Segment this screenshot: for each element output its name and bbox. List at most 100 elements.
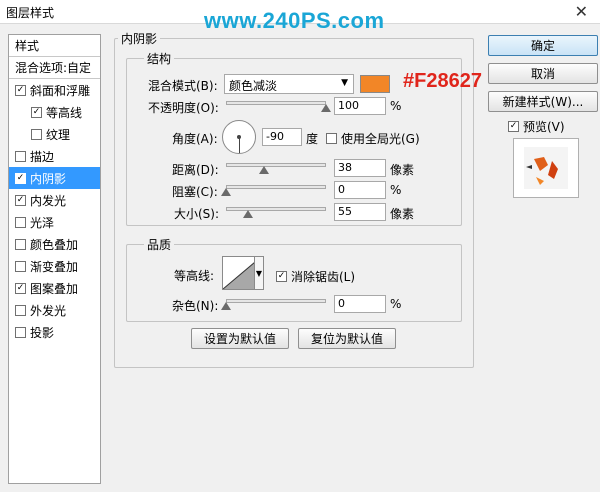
styles-list-item[interactable]: 描边	[9, 145, 100, 167]
styles-list-item[interactable]: 渐变叠加	[9, 255, 100, 277]
window-title: 图层样式	[6, 6, 55, 20]
style-checkbox[interactable]	[15, 304, 26, 316]
new-style-button[interactable]: 新建样式(W)...	[488, 91, 598, 112]
noise-label: 杂色(N):	[172, 299, 219, 313]
style-label: 光泽	[30, 215, 55, 230]
size-slider-track[interactable]	[226, 207, 326, 211]
contour-label: 等高线:	[174, 269, 215, 283]
style-preview-thumbnail	[513, 138, 579, 198]
global-light-checkbox[interactable]: 使用全局光(G)	[326, 130, 420, 147]
style-checkbox[interactable]: ✓	[15, 172, 26, 184]
styles-list-item[interactable]: 混合选项:自定	[9, 57, 100, 79]
style-checkbox[interactable]	[15, 216, 26, 228]
global-light-check-box[interactable]	[326, 133, 337, 144]
preview-check-box[interactable]: ✓	[508, 121, 519, 132]
ok-button[interactable]: 确定	[488, 35, 598, 56]
style-checkbox[interactable]: ✓	[15, 84, 26, 96]
size-slider-thumb[interactable]	[243, 210, 253, 218]
blend-mode-value: 颜色减淡	[229, 79, 278, 93]
style-label: 纹理	[46, 127, 71, 142]
angle-dial[interactable]	[222, 120, 256, 154]
size-unit: 像素	[390, 207, 415, 221]
styles-list-item[interactable]: 光泽	[9, 211, 100, 233]
angle-dial-needle	[239, 137, 240, 153]
preview-checkbox[interactable]: ✓ 预览(V)	[508, 118, 565, 135]
cancel-button[interactable]: 取消	[488, 63, 598, 84]
style-label: 描边	[30, 149, 55, 164]
styles-list-item[interactable]: 投影	[9, 321, 100, 343]
style-label: 样式	[15, 39, 40, 53]
close-icon[interactable]: ✕	[575, 2, 588, 21]
style-label: 内发光	[30, 193, 67, 208]
angle-label: 角度(A):	[172, 132, 218, 146]
styles-list-item[interactable]: ✓ 内发光	[9, 189, 100, 211]
styles-list-item[interactable]: ✓ 斜面和浮雕	[9, 79, 100, 101]
shadow-color-swatch[interactable]	[360, 75, 390, 93]
style-checkbox[interactable]	[15, 260, 26, 272]
style-label: 内阴影	[30, 171, 67, 186]
chevron-down-icon: ▼	[341, 78, 348, 88]
styles-list-item[interactable]: 样式	[9, 35, 100, 57]
styles-list: 样式混合选项:自定 ✓ 斜面和浮雕 ✓ 等高线纹理描边 ✓ 内阴影 ✓ 内发光光泽颜色叠加渐变叠…	[8, 34, 101, 484]
color-hex-annotation: #F28627	[403, 70, 482, 92]
styles-list-item[interactable]: ✓ 等高线	[9, 101, 100, 123]
distance-slider-thumb[interactable]	[259, 166, 269, 174]
styles-list-item[interactable]: 纹理	[9, 123, 100, 145]
style-label: 斜面和浮雕	[30, 83, 91, 98]
noise-input[interactable]: 0	[334, 295, 386, 313]
choke-label: 阻塞(C):	[172, 185, 218, 199]
style-checkbox[interactable]	[15, 238, 26, 250]
size-input[interactable]: 55	[334, 203, 386, 221]
choke-slider-thumb[interactable]	[221, 188, 231, 196]
distance-input[interactable]: 38	[334, 159, 386, 177]
opacity-slider-thumb[interactable]	[321, 104, 331, 112]
style-checkbox[interactable]	[15, 326, 26, 338]
inner-shadow-title: 内阴影	[118, 30, 161, 47]
angle-dial-center	[237, 135, 241, 139]
make-default-button[interactable]: 设置为默认值	[191, 328, 289, 349]
angle-unit: 度	[306, 132, 319, 146]
style-checkbox[interactable]	[31, 128, 42, 140]
style-checkbox[interactable]	[15, 150, 26, 162]
quality-title: 品质	[144, 236, 175, 253]
opacity-input[interactable]: 100	[334, 97, 386, 115]
style-label: 等高线	[46, 105, 83, 120]
styles-list-item[interactable]: 颜色叠加	[9, 233, 100, 255]
styles-list-item[interactable]: ✓ 图案叠加	[9, 277, 100, 299]
structure-title: 结构	[144, 50, 175, 67]
style-checkbox[interactable]: ✓	[15, 282, 26, 294]
styles-list-item[interactable]: 外发光	[9, 299, 100, 321]
styles-list-item[interactable]: ✓ 内阴影	[9, 167, 100, 189]
style-label: 外发光	[30, 303, 67, 318]
style-checkbox[interactable]: ✓	[31, 106, 42, 118]
size-label: 大小(S):	[174, 207, 220, 221]
blend-mode-dropdown[interactable]: 颜色减淡 ▼	[224, 74, 354, 94]
noise-slider-thumb[interactable]	[221, 302, 231, 310]
antialias-check-box[interactable]: ✓	[276, 271, 287, 282]
angle-input[interactable]: -90	[262, 128, 302, 146]
style-checkbox[interactable]: ✓	[15, 194, 26, 206]
reset-default-button[interactable]: 复位为默认值	[298, 328, 396, 349]
style-label: 图案叠加	[30, 281, 79, 296]
style-label: 混合选项:自定	[15, 61, 92, 75]
distance-label: 距离(D):	[172, 163, 219, 177]
global-light-label: 使用全局光(G)	[341, 132, 420, 146]
distance-unit: 像素	[390, 163, 415, 177]
style-label: 渐变叠加	[30, 259, 79, 274]
preview-image	[524, 147, 568, 189]
preview-label: 预览(V)	[523, 120, 565, 134]
antialias-checkbox[interactable]: ✓ 消除锯齿(L)	[276, 268, 355, 285]
choke-slider-track[interactable]	[226, 185, 326, 189]
contour-dropdown-arrow[interactable]: ▼	[254, 256, 264, 290]
antialias-label: 消除锯齿(L)	[291, 270, 356, 284]
style-label: 投影	[30, 325, 55, 340]
style-label: 颜色叠加	[30, 237, 79, 252]
noise-slider-track[interactable]	[226, 299, 326, 303]
opacity-label: 不透明度(O):	[148, 101, 219, 115]
distance-slider-track[interactable]	[226, 163, 326, 167]
opacity-unit: %	[390, 99, 402, 113]
choke-unit: %	[390, 183, 402, 197]
choke-input[interactable]: 0	[334, 181, 386, 199]
noise-unit: %	[390, 297, 402, 311]
opacity-slider-track[interactable]	[226, 101, 326, 105]
